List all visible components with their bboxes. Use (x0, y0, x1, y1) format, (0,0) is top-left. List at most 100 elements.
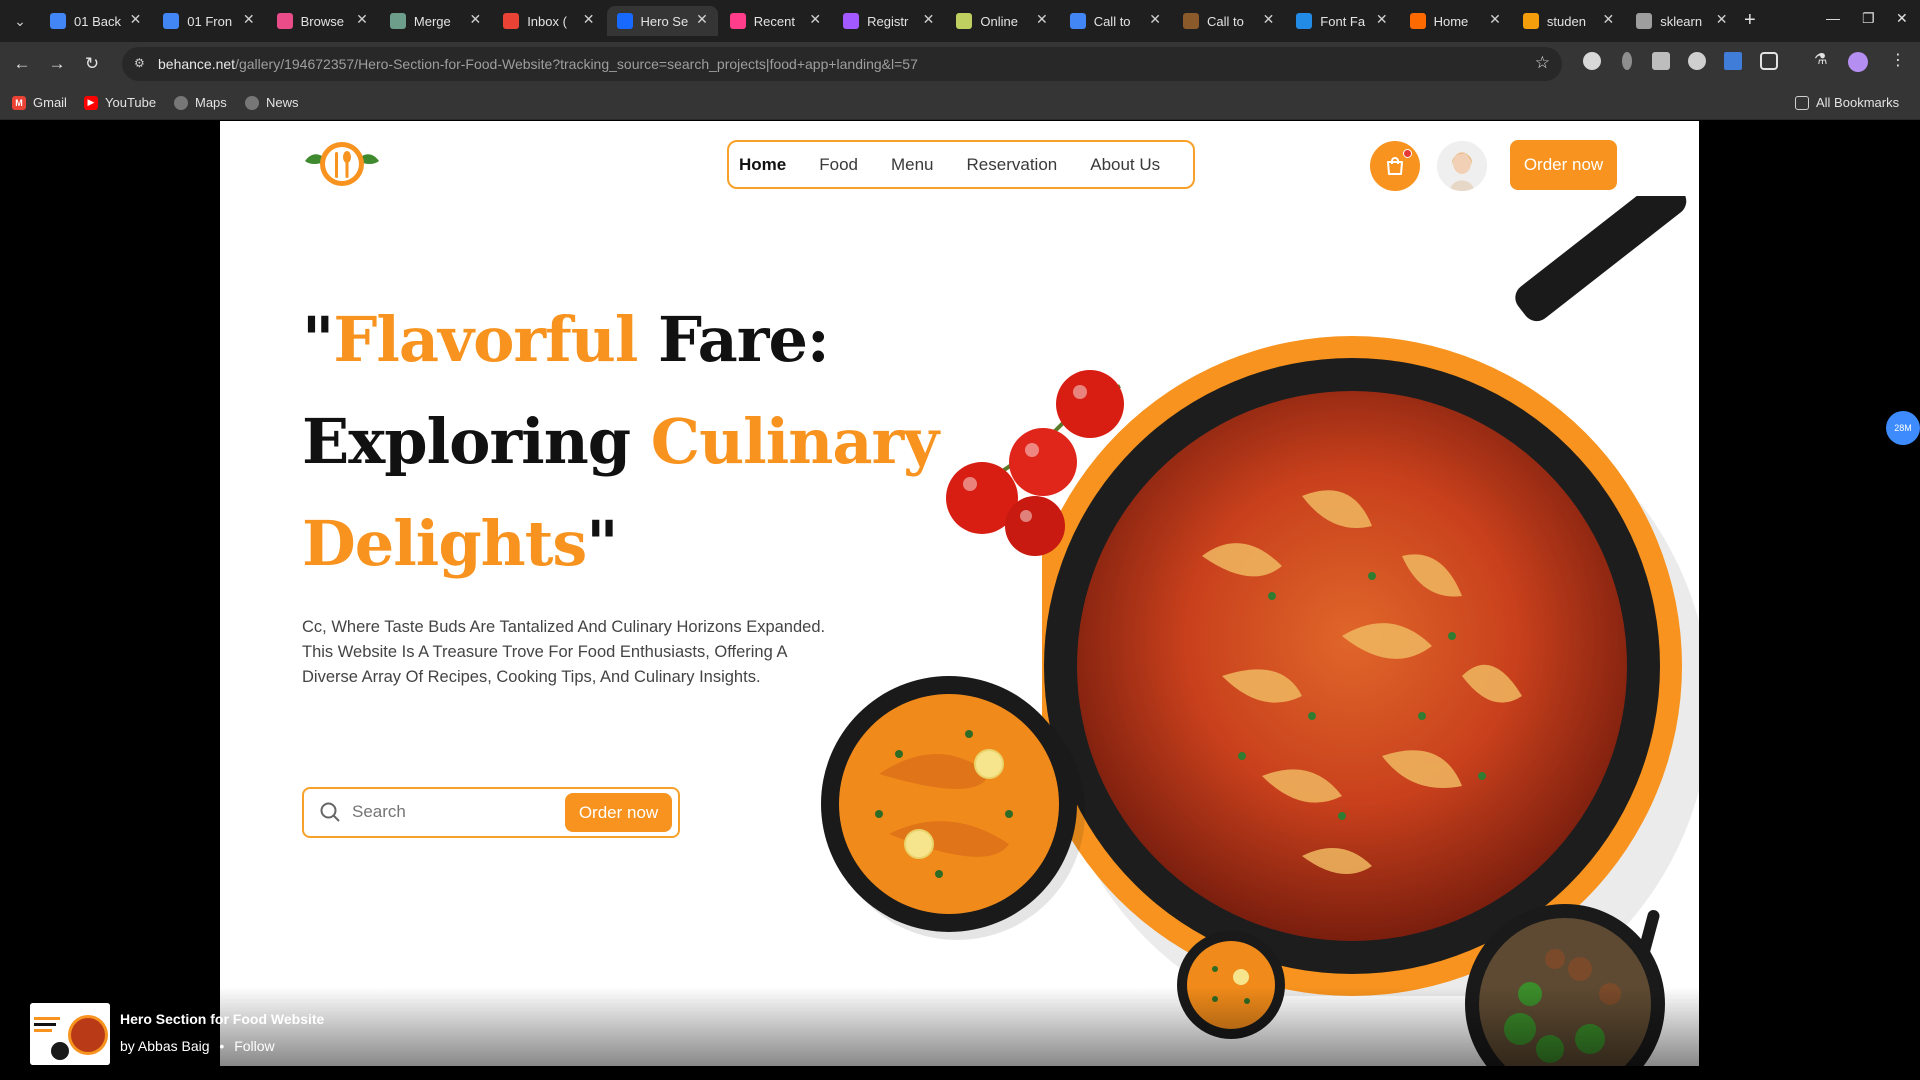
tab-favicon-icon (729, 13, 746, 29)
close-tab-icon[interactable]: ✕ (1149, 11, 1161, 28)
bookmarks-bar: M Gmail ▶ YouTube Maps News All Bookmarks (0, 86, 1920, 120)
tab-title: Home (1433, 13, 1469, 29)
search-input[interactable] (352, 799, 552, 825)
browser-tab[interactable]: Browse ✕ (267, 6, 378, 36)
address-bar[interactable]: ⚙ behance.net/gallery/194672357/Hero-Sec… (122, 47, 1562, 81)
browser-tab[interactable]: 01 Back ✕ (40, 6, 151, 36)
browser-toolbar: ← → ↻ ⚙ behance.net/gallery/194672357/He… (0, 42, 1920, 86)
close-tab-icon[interactable]: ✕ (1602, 11, 1614, 28)
close-tab-icon[interactable]: ✕ (130, 11, 142, 28)
close-tab-icon[interactable]: ✕ (1489, 11, 1501, 28)
restore-icon[interactable]: ❐ (1862, 10, 1875, 27)
nav-item-reservation[interactable]: Reservation (967, 155, 1058, 175)
close-tab-icon[interactable]: ✕ (809, 11, 821, 28)
salmon-dish-image (821, 676, 1085, 940)
menu-dots-icon[interactable]: ⋮ (1890, 50, 1908, 69)
browser-tab[interactable]: Call to ✕ (1060, 6, 1171, 36)
project-title[interactable]: Hero Section for Food Website (120, 1011, 324, 1027)
browser-tab[interactable]: Home ✕ (1400, 6, 1511, 36)
bookmark-star-icon[interactable]: ☆ (1535, 53, 1550, 73)
cart-count-badge (1403, 149, 1412, 158)
browser-tab[interactable]: studen ✕ (1513, 6, 1624, 36)
pasta-pan-image (1042, 196, 1699, 996)
nav-item-about-us[interactable]: About Us (1090, 155, 1160, 175)
close-tab-icon[interactable]: ✕ (923, 11, 935, 28)
brand-logo (305, 142, 379, 186)
bookmark-youtube[interactable]: ▶ YouTube (84, 95, 156, 110)
site-info-icon[interactable]: ⚙ (134, 56, 150, 72)
nav-item-menu[interactable]: Menu (891, 155, 934, 175)
tab-favicon-icon (163, 13, 180, 29)
user-avatar[interactable] (1437, 141, 1487, 191)
side-widget-badge[interactable]: 28M (1886, 411, 1920, 445)
tab-title: Hero Se (640, 13, 689, 29)
extensions-puzzle-icon[interactable] (1760, 52, 1778, 70)
browser-tab[interactable]: Online ✕ (946, 6, 1057, 36)
follow-link[interactable]: Follow (234, 1038, 274, 1054)
extension-icon[interactable] (1688, 52, 1706, 70)
order-now-button[interactable]: Order now (1510, 140, 1617, 190)
extension-icon[interactable] (1622, 52, 1632, 70)
tab-strip: ⌄ 01 Back ✕ 01 Fron ✕ Browse ✕ Merge ✕ Inbox (✕ H… (0, 0, 1920, 42)
hero-section-artwork: Home Food Menu Reservation About Us Orde… (220, 121, 1699, 1066)
url-text[interactable]: behance.net/gallery/194672357/Hero-Secti… (158, 56, 918, 72)
extension-icon[interactable] (1724, 52, 1742, 70)
browser-tab[interactable]: Inbox (✕ (493, 6, 604, 36)
close-tab-icon[interactable]: ✕ (1376, 11, 1388, 28)
browser-tab[interactable]: 01 Fron ✕ (153, 6, 264, 36)
browser-tab[interactable]: Call to ✕ (1173, 6, 1284, 36)
close-tab-icon[interactable]: ✕ (1716, 11, 1728, 28)
profile-avatar-icon[interactable] (1848, 52, 1868, 72)
browser-tab[interactable]: Recent ✕ (720, 6, 831, 36)
browser-tab[interactable]: Hero Se ✕ (606, 6, 718, 36)
tab-title: Font Fa (1320, 13, 1366, 29)
cart-button[interactable] (1370, 141, 1420, 191)
globe-icon (245, 95, 259, 110)
close-tab-icon[interactable]: ✕ (583, 11, 595, 28)
project-thumbnail[interactable] (30, 1003, 110, 1065)
search-bar: Order now (302, 787, 680, 838)
tab-search-chevron-icon[interactable]: ⌄ (8, 9, 32, 33)
tab-title: Call to (1093, 13, 1131, 29)
tab-title: Recent (753, 13, 795, 29)
nav-item-food[interactable]: Food (819, 155, 858, 175)
tab-title: Merge (413, 13, 451, 29)
extension-icon[interactable] (1583, 52, 1601, 70)
author-name[interactable]: by Abbas Baig (120, 1038, 210, 1054)
tab-favicon-icon (276, 13, 293, 29)
extension-icon[interactable] (1652, 52, 1670, 70)
bookmark-news[interactable]: News (245, 95, 299, 110)
reload-icon[interactable]: ↻ (80, 52, 104, 76)
close-tab-icon[interactable]: ✕ (469, 11, 481, 28)
search-order-now-button[interactable]: Order now (565, 793, 672, 832)
close-tab-icon[interactable]: ✕ (1036, 11, 1048, 28)
close-window-icon[interactable]: ✕ (1896, 10, 1908, 27)
labs-flask-icon[interactable]: ⚗ (1814, 50, 1832, 68)
shopping-bag-icon (1387, 157, 1403, 175)
back-arrow-icon[interactable]: ← (10, 52, 34, 76)
bookmark-gmail[interactable]: M Gmail (12, 95, 67, 110)
tab-favicon-icon (616, 13, 633, 29)
browser-tab[interactable]: Font Fa ✕ (1286, 6, 1397, 36)
tab-favicon-icon (1183, 13, 1199, 29)
footer-gradient (0, 987, 1920, 1080)
bookmark-maps[interactable]: Maps (174, 95, 227, 110)
tab-title: 01 Fron (187, 13, 233, 29)
project-author: by Abbas Baig • Follow (120, 1038, 275, 1054)
close-tab-icon[interactable]: ✕ (356, 11, 368, 28)
browser-tab[interactable]: Registr ✕ (833, 6, 944, 36)
minimize-icon[interactable]: — (1826, 10, 1840, 26)
close-tab-icon[interactable]: ✕ (696, 11, 708, 28)
tab-title: studen (1546, 13, 1586, 29)
close-tab-icon[interactable]: ✕ (1263, 11, 1275, 28)
tab-title: sklearn (1660, 13, 1703, 29)
cherry-tomatoes-image (946, 370, 1124, 556)
all-bookmarks[interactable]: All Bookmarks (1795, 95, 1899, 110)
close-tab-icon[interactable]: ✕ (243, 11, 255, 28)
tab-favicon-icon (956, 13, 973, 29)
browser-tab[interactable]: sklearn ✕ (1626, 6, 1737, 36)
nav-item-home[interactable]: Home (739, 155, 786, 175)
browser-tab[interactable]: Merge ✕ (380, 6, 491, 36)
forward-arrow-icon[interactable]: → (45, 52, 69, 76)
new-tab-button[interactable]: + (1744, 9, 1756, 32)
